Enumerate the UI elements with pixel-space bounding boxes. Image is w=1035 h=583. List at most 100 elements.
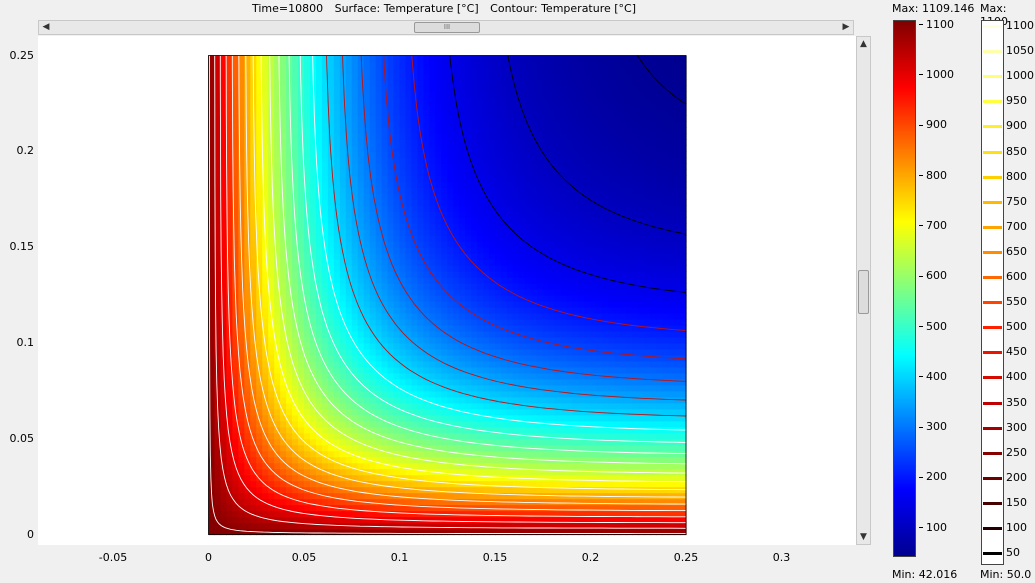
surface-cell <box>483 259 490 266</box>
surface-cell <box>656 348 663 356</box>
surface-cell <box>668 223 675 230</box>
surface-cell <box>399 306 407 314</box>
surface-cell <box>405 492 413 500</box>
surface-cell <box>345 384 353 392</box>
surface-cell <box>459 175 466 182</box>
surface-cell <box>363 283 371 290</box>
surface-cell <box>608 342 615 350</box>
surface-cell <box>274 205 281 212</box>
surface-cell <box>554 217 562 224</box>
surface-cell <box>668 271 675 278</box>
surface-cell <box>650 444 657 452</box>
surface-cell <box>345 300 353 308</box>
surface-cell <box>578 330 586 338</box>
surface-cell <box>650 259 657 266</box>
surface-cell <box>554 283 562 290</box>
surface-cell <box>447 420 454 428</box>
surface-cell <box>536 193 544 200</box>
surface-cell <box>321 295 329 302</box>
surface-cell <box>626 181 633 188</box>
surface-cell <box>620 450 627 458</box>
surface-cell <box>590 372 598 380</box>
surface-cell <box>650 211 657 218</box>
surface-cell <box>286 486 293 494</box>
surface-cell <box>369 181 377 188</box>
surface-cell <box>536 318 544 326</box>
surface-cell <box>578 241 586 248</box>
surface-cell <box>268 426 275 434</box>
surface-cell <box>411 420 419 428</box>
surface-cell <box>632 289 639 296</box>
surface-cell <box>477 342 484 350</box>
surface-cell <box>542 366 550 374</box>
surface-cell <box>596 402 604 410</box>
surface-cell <box>524 235 532 242</box>
surface-cell <box>638 432 645 440</box>
surface-cell <box>566 247 574 254</box>
surface-cell <box>500 504 508 512</box>
surface-cell <box>315 366 323 374</box>
surface-cell <box>405 175 413 182</box>
surface-cell <box>232 247 239 254</box>
surface-cell <box>489 306 496 314</box>
surface-cell <box>495 420 502 428</box>
surface-cell <box>244 432 251 440</box>
surface-cell <box>674 169 681 176</box>
surface-cell <box>500 342 508 350</box>
surface-cell <box>453 474 460 482</box>
surface-cell <box>566 456 574 464</box>
surface-cell <box>572 229 580 236</box>
surface-cell <box>471 432 478 440</box>
surface-cell <box>674 408 681 416</box>
surface-cell <box>274 354 281 362</box>
surface-cell <box>590 342 598 350</box>
surface-cell <box>644 318 651 326</box>
surface-cell <box>477 283 484 290</box>
surface-cell <box>357 366 365 374</box>
surface-cell <box>518 306 526 314</box>
surface-cell <box>650 169 657 176</box>
surface-cell <box>286 175 293 182</box>
surface-cell <box>590 193 598 200</box>
surface-cell <box>351 432 359 440</box>
surface-cell <box>524 396 532 404</box>
surface-cell <box>626 300 633 308</box>
surface-cell <box>357 295 365 302</box>
surface-cell <box>292 348 299 356</box>
surface-cell <box>256 169 263 176</box>
surface-cell <box>435 312 442 320</box>
surface-cell <box>447 205 454 212</box>
surface-cell <box>447 510 454 518</box>
surface-cell <box>268 271 275 278</box>
surface-cell <box>286 450 293 458</box>
surface-cell <box>315 408 323 416</box>
surface-cell <box>286 193 293 200</box>
surface-cell <box>674 217 681 224</box>
surface-cell <box>363 211 371 218</box>
surface-cell <box>268 474 275 482</box>
surface-cell <box>518 253 526 260</box>
surface-cell <box>435 217 442 224</box>
surface-cell <box>459 289 466 296</box>
surface-cell <box>244 390 251 398</box>
surface-cell <box>345 306 353 314</box>
surface-cell <box>220 462 228 470</box>
surface-cell <box>518 480 526 488</box>
surface-cell <box>309 271 317 278</box>
surface-cell <box>381 348 389 356</box>
surface-cell <box>256 187 263 194</box>
surface-cell <box>536 492 544 500</box>
surface-cell <box>620 408 627 416</box>
surface-cell <box>668 193 675 200</box>
surface-cell <box>363 450 371 458</box>
surface-cell <box>572 175 580 182</box>
surface-cell <box>447 211 454 218</box>
surface-cell <box>572 426 580 434</box>
surface-cell <box>548 318 556 326</box>
surface-cell <box>351 426 359 434</box>
surface-cell <box>536 330 544 338</box>
surface-cell <box>280 420 287 428</box>
surface-cell <box>506 229 514 236</box>
surface-cell <box>250 247 257 254</box>
surface-cell <box>554 229 562 236</box>
